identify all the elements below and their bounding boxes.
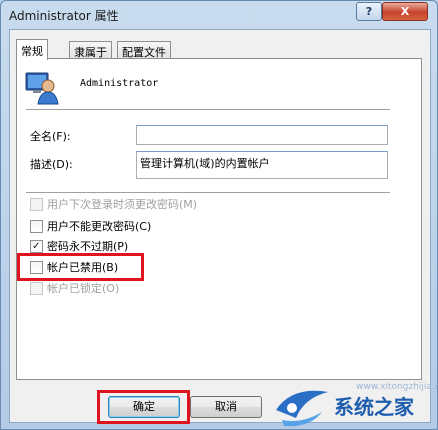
watermark-logo: www.xitongzhijia.net 系统之家 <box>272 382 438 430</box>
tab-profile[interactable]: 配置文件 <box>117 41 171 59</box>
checkbox-password-never-expires[interactable]: 密码永不过期(P) <box>30 238 128 254</box>
cancel-button[interactable]: 取消 <box>190 396 262 418</box>
user-name: Administrator <box>80 78 159 89</box>
fullname-label: 全名(F): <box>30 130 71 143</box>
tab-general[interactable]: 常规 <box>16 39 48 60</box>
checkbox-label: 密码永不过期(P) <box>47 240 129 253</box>
divider <box>26 109 390 110</box>
checkbox-cannot-change-password[interactable]: 用户不能更改密码(C) <box>30 218 151 234</box>
checkbox-label: 用户不能更改密码(C) <box>47 220 152 233</box>
fullname-input[interactable] <box>136 125 388 145</box>
highlight-box <box>97 390 190 424</box>
highlight-box <box>17 253 144 281</box>
checkbox-label: 用户下次登录时须更改密码(M) <box>47 198 198 211</box>
watermark-text: 系统之家 <box>334 395 414 419</box>
checkbox-must-change-password[interactable]: 用户下次登录时须更改密码(M) <box>30 196 197 212</box>
checkbox-box[interactable] <box>30 239 43 253</box>
dialog-body: 常规 隶属于 配置文件 Administrator 全名(F): 描述(D): … <box>9 29 431 424</box>
checkbox-box[interactable] <box>30 281 43 295</box>
window-title: Administrator 属性 <box>9 9 119 23</box>
checkbox-box[interactable] <box>30 219 43 233</box>
description-label: 描述(D): <box>30 158 73 171</box>
close-button[interactable]: X <box>382 2 428 21</box>
checkbox-box[interactable] <box>30 197 43 211</box>
description-input[interactable]: 管理计算机(域)的内置帐户 <box>136 151 388 179</box>
help-button[interactable]: ? <box>356 2 382 21</box>
title-bar[interactable]: Administrator 属性 ? X <box>1 1 437 29</box>
user-icon <box>24 71 60 105</box>
divider <box>26 192 390 193</box>
checkbox-label: 帐户已锁定(O) <box>47 282 120 295</box>
description-value: 管理计算机(域)的内置帐户 <box>140 157 270 170</box>
checkbox-account-locked[interactable]: 帐户已锁定(O) <box>30 280 119 296</box>
properties-window: Administrator 属性 ? X 常规 隶属于 配置文件 Adminis… <box>0 0 438 430</box>
tab-member-of[interactable]: 隶属于 <box>69 41 112 59</box>
